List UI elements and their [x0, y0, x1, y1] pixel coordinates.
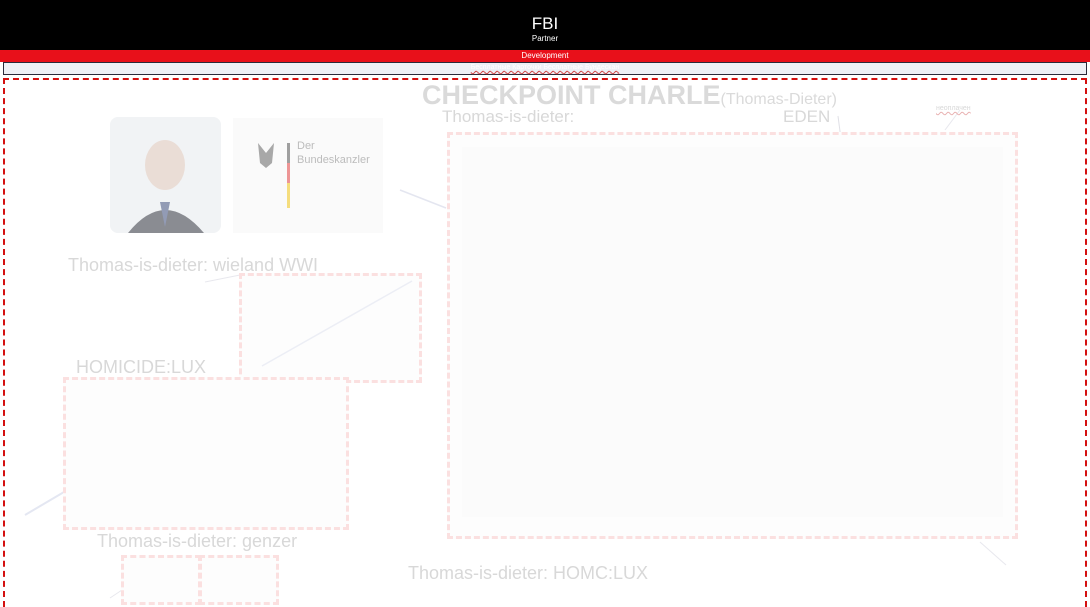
- image-frame-genzer-right[interactable]: [199, 555, 279, 605]
- image-frame-wieland[interactable]: [239, 273, 422, 383]
- logo-text-der: Der: [297, 140, 315, 152]
- caption-homicide: HOMICIDE:LUX: [76, 357, 207, 377]
- image-frame-large[interactable]: [447, 132, 1018, 539]
- image-frame-homicide[interactable]: [63, 377, 349, 530]
- wieland-image-content: [261, 280, 413, 367]
- bundeskanzler-logo: Der Bundeskanzler: [233, 118, 383, 233]
- title-suffix: (Thomas-Dieter): [720, 91, 837, 108]
- logo-text-bundeskanzler: Bundeskanzler: [297, 154, 370, 166]
- caption-homc: Thomas-is-dieter: HOMC:LUX: [408, 563, 649, 583]
- small-tag[interactable]: неоплачен: [936, 105, 971, 112]
- label-top-right: EDEN: [783, 107, 831, 126]
- image-frame-genzer-left[interactable]: [121, 555, 201, 605]
- portrait-photo: [110, 117, 221, 233]
- label-top-left: Thomas-is-dieter:: [442, 107, 575, 126]
- eagle-icon: [258, 143, 290, 208]
- caption-genzer: Thomas-is-dieter: genzer: [97, 531, 298, 551]
- large-image-content: [462, 147, 1003, 517]
